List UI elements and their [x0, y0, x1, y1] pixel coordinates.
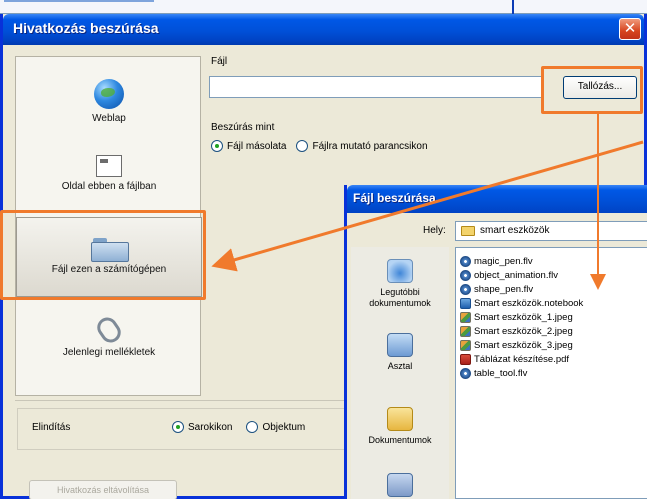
file-row[interactable]: Smart eszközök.notebook	[460, 296, 583, 310]
link-item-weblap[interactable]: Weblap	[16, 71, 202, 131]
recent-documents-icon	[387, 259, 413, 283]
file-name: object_animation.flv	[474, 269, 558, 281]
file-path-input[interactable]	[209, 76, 543, 98]
look-in-dropdown[interactable]: smart eszközök	[455, 221, 647, 241]
file-list: magic_pen.flv object_animation.flv shape…	[455, 247, 647, 499]
radio-copy-label: Fájl másolata	[227, 140, 287, 152]
image-file-icon	[460, 311, 471, 323]
link-item-label: Weblap	[92, 113, 126, 124]
image-file-icon	[460, 325, 471, 337]
file-dialog-title: Fájl beszúrása	[353, 191, 436, 205]
file-label: Fájl	[211, 56, 228, 67]
place-label: Asztal	[387, 361, 413, 371]
dialog-title: Hivatkozás beszúrása	[13, 20, 159, 36]
insert-file-dialog: Fájl beszúrása Hely: smart eszközök Legu…	[344, 185, 647, 499]
insert-as-shortcut-option[interactable]: Fájlra mutató parancsikon	[296, 140, 428, 152]
annotation-highlight-browse-button	[541, 66, 643, 114]
close-button[interactable]: ✕	[619, 18, 641, 40]
file-name: Smart eszközök.notebook	[474, 297, 584, 309]
place-label: Dokumentumok	[368, 435, 432, 445]
look-in-value: smart eszközök	[480, 225, 550, 236]
file-row[interactable]: Smart eszközök_2.jpeg	[460, 324, 573, 338]
file-row[interactable]: Smart eszközök_1.jpeg	[460, 310, 573, 324]
documents-icon	[387, 407, 413, 431]
page-icon	[96, 155, 122, 177]
file-row[interactable]: Táblázat készítése.pdf	[460, 352, 569, 366]
paperclip-icon	[93, 313, 125, 347]
start-object-option[interactable]: Objektum	[246, 421, 305, 433]
background-window-edge	[4, 0, 154, 2]
file-name: table_tool.flv	[474, 367, 528, 379]
folder-icon	[461, 226, 475, 236]
radio-object[interactable]	[246, 421, 259, 433]
file-name: Smart eszközök_2.jpeg	[474, 325, 573, 337]
file-name: Smart eszközök_3.jpeg	[474, 339, 573, 351]
insert-as-label: Beszúrás mint	[211, 122, 275, 133]
link-item-label: Oldal ebben a fájlban	[61, 181, 157, 192]
file-row[interactable]: table_tool.flv	[460, 366, 527, 380]
file-row[interactable]: shape_pen.flv	[460, 282, 533, 296]
globe-icon	[94, 79, 124, 109]
radio-copy[interactable]	[211, 140, 223, 152]
start-options: Sarokikon Objektum	[172, 421, 315, 433]
file-name: magic_pen.flv	[474, 255, 533, 267]
file-row[interactable]: object_animation.flv	[460, 268, 558, 282]
flv-file-icon	[460, 367, 471, 379]
file-row[interactable]: Smart eszközök_3.jpeg	[460, 338, 573, 352]
place-desktop[interactable]: Asztal	[351, 333, 449, 372]
notebook-file-icon	[460, 297, 471, 309]
my-computer-icon	[387, 473, 413, 497]
flv-file-icon	[460, 255, 471, 267]
link-item-attachments[interactable]: Jelenlegi mellékletek	[16, 311, 202, 371]
radio-object-label: Objektum	[262, 421, 306, 433]
start-corner-icon-option[interactable]: Sarokikon	[172, 421, 232, 433]
flv-file-icon	[460, 283, 471, 295]
image-file-icon	[460, 339, 471, 351]
place-label: Legutóbbi dokumentumok	[369, 287, 431, 308]
radio-shortcut[interactable]	[296, 140, 309, 152]
link-item-page-in-file[interactable]: Oldal ebben a fájlban	[16, 147, 202, 205]
file-dialog-titlebar[interactable]: Fájl beszúrása	[347, 185, 647, 213]
radio-shortcut-label: Fájlra mutató parancsikon	[312, 140, 428, 152]
start-section: Elindítás Sarokikon Objektum	[17, 408, 361, 450]
look-in-label: Hely:	[423, 225, 446, 236]
flv-file-icon	[460, 269, 471, 281]
radio-corner-icon-label: Sarokikon	[188, 421, 233, 433]
place-recent-documents[interactable]: Legutóbbi dokumentumok	[351, 259, 449, 309]
link-item-label: Jelenlegi mellékletek	[62, 347, 156, 358]
place-my-computer[interactable]	[351, 473, 449, 499]
insert-as-options: Fájl másolata Fájlra mutató parancsikon	[211, 140, 438, 152]
remove-link-button: Hivatkozás eltávolítása	[29, 480, 177, 499]
insert-as-copy-option[interactable]: Fájl másolata	[211, 140, 286, 152]
file-name: Smart eszközök_1.jpeg	[474, 311, 573, 323]
pdf-file-icon	[460, 353, 471, 365]
place-documents[interactable]: Dokumentumok	[351, 407, 449, 446]
file-row[interactable]: magic_pen.flv	[460, 254, 533, 268]
file-name: shape_pen.flv	[474, 283, 534, 295]
radio-corner-icon[interactable]	[172, 421, 184, 433]
places-bar: Legutóbbi dokumentumok Asztal Dokumentum…	[351, 247, 449, 499]
desktop-icon	[387, 333, 413, 357]
background-window-border	[512, 0, 514, 14]
file-name: Táblázat készítése.pdf	[474, 353, 570, 365]
background-window	[0, 0, 647, 14]
dialog-titlebar[interactable]: Hivatkozás beszúrása ✕	[3, 14, 644, 45]
start-label: Elindítás	[32, 422, 71, 433]
annotation-highlight-file-option	[0, 210, 206, 300]
